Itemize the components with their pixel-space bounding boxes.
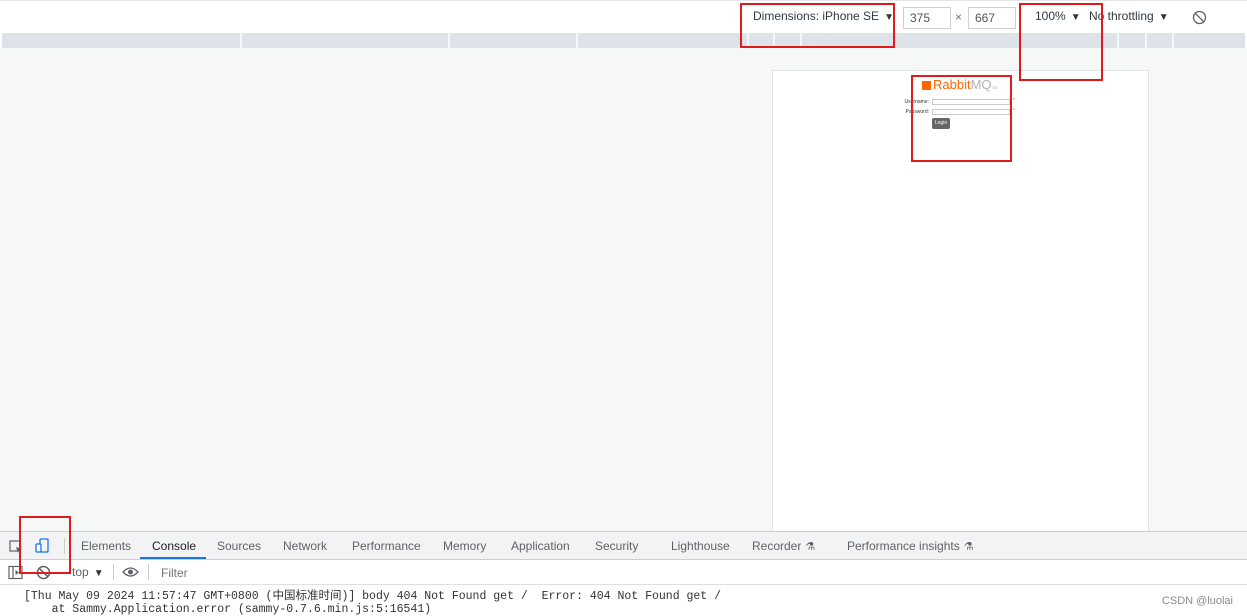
ruler-divider <box>1172 33 1174 48</box>
password-required-mark: * <box>1013 108 1015 114</box>
zoom-dropdown[interactable]: 100% ▼ <box>1035 9 1081 23</box>
tab-application[interactable]: Application <box>511 539 570 553</box>
dimensions-label: Dimensions: iPhone SE <box>753 9 880 23</box>
devtools-tab-bar: Elements Console Sources Network Perform… <box>0 531 1247 560</box>
ruler-divider <box>747 33 749 48</box>
throttling-dropdown[interactable]: No throttling ▼ <box>1089 9 1169 23</box>
ruler-divider <box>773 33 775 48</box>
throttling-caret-icon: ▼ <box>1158 12 1169 23</box>
ruler-divider <box>240 33 242 48</box>
console-filter-input[interactable] <box>155 563 1247 582</box>
device-frame: RabbitMQTM Username: * Password: * Login <box>772 70 1149 531</box>
rabbitmq-logo-icon <box>922 81 931 90</box>
rabbitmq-logo: RabbitMQTM <box>922 77 997 92</box>
active-tab-indicator <box>140 557 206 559</box>
tab-elements[interactable]: Elements <box>81 539 131 553</box>
watermark: CSDN @luolai <box>1161 595 1233 607</box>
media-query-ruler[interactable] <box>2 33 1245 48</box>
ruler-divider <box>448 33 450 48</box>
device-toolbar: Dimensions: iPhone SE ▼ 375 × 667 100% ▼ N… <box>0 0 1247 32</box>
emulated-viewport-area: RabbitMQTM Username: * Password: * Login <box>0 48 1247 531</box>
times-sign: × <box>955 10 963 24</box>
console-stack-line: at Sammy.Application.error (sammy-0.7.6.… <box>24 603 432 616</box>
password-label: Password: <box>905 109 929 115</box>
device-toggle-icon[interactable] <box>35 538 51 554</box>
logo-rabbit-text: Rabbit <box>933 77 971 92</box>
tab-network[interactable]: Network <box>283 539 327 553</box>
console-toolbar: top ▼ <box>0 560 1247 585</box>
tab-performance-insights[interactable]: Performance insights ⚗ <box>847 539 974 553</box>
zoom-caret-icon: ▼ <box>1070 12 1081 23</box>
tab-memory[interactable]: Memory <box>443 539 486 553</box>
zoom-label: 100% <box>1035 9 1066 23</box>
tab-performance-insights-label: Performance insights <box>847 539 960 553</box>
sidebar-toggle-icon[interactable] <box>8 565 23 580</box>
live-expression-eye-icon[interactable] <box>122 566 139 578</box>
logo-mq-text: MQ <box>970 77 992 92</box>
throttling-label: No throttling <box>1089 9 1154 23</box>
dimensions-caret-icon: ▼ <box>884 12 894 23</box>
toolbar-divider <box>148 564 149 580</box>
context-caret-icon: ▼ <box>93 568 104 579</box>
width-input[interactable]: 375 <box>903 7 951 29</box>
login-button[interactable]: Login <box>932 118 950 129</box>
context-label: top <box>72 565 89 579</box>
tab-lighthouse[interactable]: Lighthouse <box>671 539 730 553</box>
tab-console[interactable]: Console <box>152 539 196 553</box>
dimensions-dropdown[interactable]: Dimensions: iPhone SE ▼ <box>753 9 894 23</box>
username-required-mark: * <box>1013 98 1015 104</box>
username-input[interactable] <box>932 99 1010 105</box>
username-label: Username: <box>904 99 929 105</box>
toolbar-divider <box>64 538 65 554</box>
ruler-divider <box>800 33 802 48</box>
console-line: [Thu May 09 2024 11:57:47 GMT+0800 (中国标准… <box>24 590 722 603</box>
tab-recorder-label: Recorder <box>752 539 802 553</box>
tab-recorder[interactable]: Recorder ⚗ <box>752 539 815 553</box>
experiment-flask-icon: ⚗ <box>805 541 816 553</box>
tab-sources[interactable]: Sources <box>217 539 261 553</box>
tab-security[interactable]: Security <box>595 539 638 553</box>
ruler-divider <box>1145 33 1147 48</box>
experiment-flask-icon: ⚗ <box>963 541 974 553</box>
password-input[interactable] <box>932 109 1010 115</box>
clear-console-icon[interactable] <box>36 565 51 580</box>
toolbar-divider <box>113 564 114 580</box>
ruler-divider <box>576 33 578 48</box>
context-selector[interactable]: top ▼ <box>72 565 104 579</box>
height-input[interactable]: 667 <box>968 7 1016 29</box>
ruler-divider <box>1117 33 1119 48</box>
rotate-icon[interactable] <box>1192 10 1207 25</box>
console-error-message: [Thu May 09 2024 11:57:47 GMT+0800 (中国标准… <box>24 590 721 616</box>
tab-performance[interactable]: Performance <box>352 539 421 553</box>
inspect-element-icon[interactable] <box>9 540 23 554</box>
logo-tm-text: TM <box>991 85 998 90</box>
